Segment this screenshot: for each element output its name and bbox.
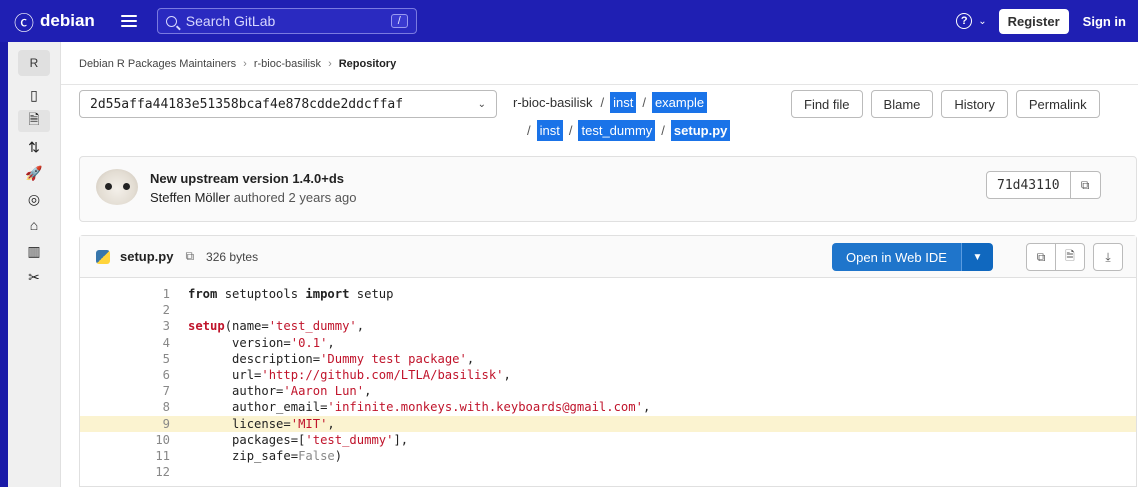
line-number[interactable]: 8: [80, 399, 180, 415]
divider: [61, 84, 1138, 85]
web-ide-group: Open in Web IDE ▼: [832, 243, 993, 271]
monitor-icon[interactable]: ◎: [18, 188, 50, 210]
path-root[interactable]: r-bioc-basilisk: [511, 93, 594, 112]
commit-sha[interactable]: 71d43110: [986, 171, 1071, 199]
file-path: r-bioc-basilisk / inst / example: [511, 92, 708, 113]
breadcrumb-group[interactable]: Debian R Packages Maintainers: [79, 58, 236, 70]
project-sidebar: R ▯ 🗎 ⇅ 🚀 ◎ ⌂ ▥ ✂: [8, 42, 61, 487]
commit-author[interactable]: Steffen Möller: [150, 190, 230, 205]
snippets-icon[interactable]: ✂: [18, 266, 50, 288]
help-icon[interactable]: ?: [956, 13, 973, 29]
copy-icon[interactable]: ⧉: [1070, 171, 1101, 199]
commit-meta: Steffen Möller authored 2 years ago: [150, 190, 356, 205]
main-content: Debian R Packages Maintainers › r-bioc-b…: [61, 42, 1138, 487]
search-input[interactable]: Search GitLab /: [156, 8, 417, 34]
code-line: 5 description='Dummy test package',: [80, 351, 1136, 367]
path-file-name[interactable]: setup.py: [670, 120, 731, 141]
last-commit-panel: New upstream version 1.4.0+ds Steffen Mö…: [79, 156, 1137, 222]
search-placeholder: Search GitLab: [185, 13, 276, 29]
register-button[interactable]: Register: [998, 8, 1069, 34]
code-line: 8 author_email='infinite.monkeys.with.ke…: [80, 399, 1136, 415]
line-number[interactable]: 5: [80, 351, 180, 367]
hamburger-menu-icon[interactable]: [120, 15, 137, 27]
brand-name: debian: [40, 11, 95, 30]
line-number[interactable]: 11: [80, 448, 180, 464]
file-action-buttons: ⧉ 🗎 ⤓: [1026, 243, 1123, 271]
commit-title[interactable]: New upstream version 1.4.0+ds: [150, 171, 344, 186]
line-number[interactable]: 12: [80, 464, 180, 480]
chevron-down-icon: ⌄: [477, 98, 486, 110]
sign-in-link[interactable]: Sign in: [1083, 14, 1126, 29]
chevron-right-icon: ›: [328, 58, 332, 70]
code-line: 12: [80, 464, 1136, 480]
commit-time: authored 2 years ago: [233, 190, 357, 205]
permalink-button[interactable]: Permalink: [1015, 90, 1100, 118]
breadcrumb: Debian R Packages Maintainers › r-bioc-b…: [79, 58, 396, 70]
project-avatar[interactable]: R: [18, 50, 50, 76]
download-icon[interactable]: ⤓: [1093, 243, 1123, 271]
path-segment-inst-2[interactable]: inst: [536, 120, 563, 141]
copy-icon[interactable]: ⧉: [185, 249, 194, 264]
search-icon: [165, 15, 177, 27]
file-viewer: setup.py ⧉ 326 bytes Open in Web IDE ▼ ⧉…: [79, 235, 1137, 487]
file-actions-toolbar: Find file Blame History Permalink: [791, 90, 1108, 118]
commit-sha-group: 71d43110 ⧉: [986, 171, 1101, 199]
line-number[interactable]: 7: [80, 383, 180, 399]
file-size: 326 bytes: [206, 249, 259, 264]
ref-switcher-dropdown[interactable]: 2d55affa44183e51358bcaf4e878cdde2ddcffaf…: [79, 90, 497, 118]
chevron-right-icon: ›: [243, 58, 247, 70]
breadcrumb-project[interactable]: r-bioc-basilisk: [254, 58, 321, 70]
copy-contents-icon[interactable]: ⧉: [1026, 243, 1056, 271]
code-line: 7 author='Aaron Lun',: [80, 383, 1136, 399]
open-web-ide-button[interactable]: Open in Web IDE: [832, 243, 961, 271]
line-number[interactable]: 1: [80, 286, 180, 302]
python-file-icon: [96, 249, 110, 264]
code-view: 1 from setuptools import setup 2 3 setup…: [80, 278, 1136, 480]
line-number[interactable]: 3: [80, 318, 180, 334]
code-line: 1 from setuptools import setup: [80, 286, 1136, 302]
repository-icon[interactable]: 🗎: [18, 110, 50, 132]
merge-requests-icon[interactable]: ⇅: [18, 136, 50, 158]
project-overview-icon[interactable]: ▯: [18, 84, 50, 106]
chevron-down-icon[interactable]: ▼: [960, 243, 993, 271]
author-avatar[interactable]: [96, 169, 138, 205]
history-button[interactable]: History: [941, 90, 1008, 118]
packages-icon[interactable]: ⌂: [18, 214, 50, 236]
open-raw-icon[interactable]: 🗎: [1055, 243, 1085, 271]
line-number[interactable]: 2: [80, 302, 180, 318]
find-file-button[interactable]: Find file: [791, 90, 863, 118]
code-line: 10 packages=['test_dummy'],: [80, 432, 1136, 448]
file-name: setup.py: [120, 249, 174, 264]
file-header: setup.py ⧉ 326 bytes Open in Web IDE ▼ ⧉…: [80, 236, 1136, 278]
analytics-icon[interactable]: ▥: [18, 240, 50, 262]
line-number[interactable]: 10: [80, 432, 180, 448]
debian-swirl-icon: ⓒ: [14, 12, 34, 35]
line-number[interactable]: 6: [80, 367, 180, 383]
search-shortcut-badge: /: [390, 14, 408, 28]
chevron-down-icon[interactable]: ⌄: [978, 16, 986, 27]
top-navbar: ⓒ debian Search GitLab / ? ⌄ Register Si…: [0, 0, 1138, 42]
path-segment-test-dummy[interactable]: test_dummy: [578, 120, 656, 141]
code-line: 4 version='0.1',: [80, 335, 1136, 351]
code-line: 6 url='http://github.com/LTLA/basilisk',: [80, 367, 1136, 383]
path-segment-inst[interactable]: inst: [610, 92, 637, 113]
breadcrumb-current[interactable]: Repository: [339, 58, 396, 70]
code-line: 2: [80, 302, 1136, 318]
code-line: 3 setup(name='test_dummy',: [80, 318, 1136, 334]
debian-logo[interactable]: ⓒ debian: [14, 7, 95, 36]
line-number[interactable]: 9: [80, 416, 180, 432]
path-segment-example[interactable]: example: [651, 92, 708, 113]
code-line-highlighted: 9 license='MIT',: [80, 415, 1136, 432]
line-number[interactable]: 4: [80, 335, 180, 351]
code-line: 11 zip_safe=False): [80, 448, 1136, 464]
file-path-continued: / inst / test_dummy / setup.py: [521, 120, 731, 141]
deployments-icon[interactable]: 🚀: [18, 162, 50, 184]
ref-value: 2d55affa44183e51358bcaf4e878cdde2ddcffaf: [90, 96, 404, 112]
blame-button[interactable]: Blame: [870, 90, 934, 118]
